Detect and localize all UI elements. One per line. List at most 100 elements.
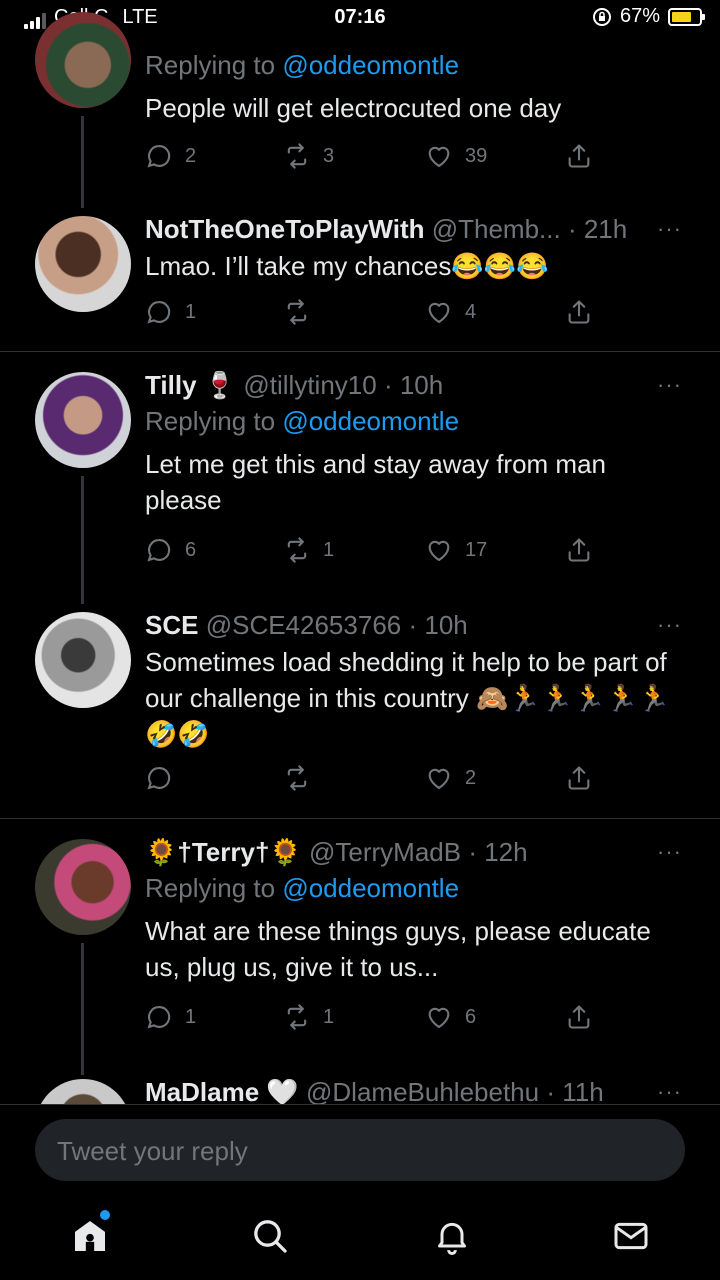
share-button[interactable]	[565, 1003, 593, 1031]
like-button[interactable]: 6	[425, 1003, 476, 1031]
reply-button[interactable]: 6	[145, 536, 196, 564]
share-button[interactable]	[565, 142, 593, 170]
like-button[interactable]: 17	[425, 536, 487, 564]
notification-dot	[100, 1210, 110, 1220]
tweet-body: SCE @SCE42653766 · 10h ··· Sometimes loa…	[145, 608, 690, 752]
share-icon	[568, 538, 590, 562]
tweet-actions: 2 3 39	[145, 142, 605, 176]
reply-button[interactable]: 2	[145, 142, 196, 170]
share-icon	[568, 144, 590, 168]
retweet-button[interactable]	[283, 764, 323, 792]
more-options-icon[interactable]: ···	[657, 368, 682, 402]
avatar[interactable]	[35, 839, 131, 935]
bell-icon	[438, 1222, 466, 1255]
retweet-button[interactable]	[283, 298, 323, 326]
reply-count: 6	[185, 538, 197, 561]
display-name[interactable]: MaDlame 🤍	[145, 1077, 299, 1104]
share-button[interactable]	[565, 536, 593, 564]
thread-line	[81, 476, 84, 604]
more-options-icon[interactable]: ···	[657, 608, 682, 642]
mention-link[interactable]: @oddeomontle	[282, 50, 459, 80]
tweet-header: 🌻†Terry†🌻 @TerryMadB · 12h ···	[145, 835, 690, 869]
retweet-button[interactable]: 1	[283, 536, 334, 564]
tweet-time: · 10h	[408, 610, 468, 640]
more-options-icon[interactable]: ···	[657, 835, 682, 869]
share-button[interactable]	[565, 764, 593, 792]
search-icon	[254, 1220, 287, 1253]
retweet-count: 3	[323, 144, 335, 167]
mention-link[interactable]: @oddeomontle	[282, 406, 459, 436]
like-button[interactable]: 39	[425, 142, 487, 170]
tweet-actions: 6 1 17	[145, 536, 605, 570]
tab-home[interactable]	[70, 1210, 110, 1256]
reply-icon	[147, 145, 171, 168]
retweet-count: 1	[323, 1005, 335, 1028]
tweet[interactable]: Replying to @oddeomontle People will get…	[0, 0, 720, 352]
reply-input[interactable]: Tweet your reply	[35, 1119, 685, 1181]
display-name[interactable]: 🌻†Terry†🌻	[145, 837, 302, 867]
avatar[interactable]	[35, 12, 131, 108]
tweet-header: NotTheOneToPlayWith @Themb... · 21h ···	[145, 212, 690, 246]
reply-button[interactable]: 1	[145, 298, 196, 326]
retweet-icon	[287, 299, 307, 325]
heart-icon	[428, 768, 450, 789]
tweet-time: · 12h	[468, 837, 528, 867]
avatar[interactable]	[35, 216, 131, 312]
tweet-actions: 1 1 6	[145, 1003, 605, 1037]
user-handle[interactable]: @DlameBuhlebethu	[306, 1077, 539, 1104]
avatar[interactable]	[35, 612, 131, 708]
reply-count: 1	[185, 300, 197, 323]
tweet[interactable]: 🌻†Terry†🌻 @TerryMadB · 12h ··· Replying …	[0, 819, 720, 1104]
retweet-count: 1	[323, 538, 335, 561]
bottom-tab-bar	[0, 1200, 720, 1280]
reply-icon	[147, 301, 171, 324]
display-name[interactable]: NotTheOneToPlayWith	[145, 214, 425, 244]
user-handle[interactable]: @SCE42653766	[206, 610, 402, 640]
retweet-icon	[287, 537, 307, 563]
reply-button[interactable]: 1	[145, 1003, 196, 1031]
like-count: 2	[465, 766, 477, 789]
tweet-text: Sometimes load shedding it help to be pa…	[145, 647, 671, 749]
retweet-icon	[287, 1004, 307, 1030]
home-icon	[75, 1221, 105, 1251]
share-button[interactable]	[565, 298, 593, 326]
replying-to: Replying to @oddeomontle	[145, 873, 460, 903]
tweet-body: MaDlame 🤍 @DlameBuhlebethu · 11h ···	[145, 1075, 690, 1104]
replying-to: Replying to @oddeomontle	[145, 50, 460, 80]
like-count: 17	[465, 538, 488, 561]
reply-icon	[147, 767, 171, 790]
tweet[interactable]: Tilly 🍷 @tillytiny10 · 10h ··· Replying …	[0, 352, 720, 818]
avatar[interactable]	[35, 1079, 131, 1104]
user-handle[interactable]: @TerryMadB	[309, 837, 461, 867]
display-name[interactable]: Tilly 🍷	[145, 370, 236, 400]
retweet-button[interactable]: 1	[283, 1003, 334, 1031]
display-name[interactable]: SCE	[145, 610, 198, 640]
tab-notifications[interactable]	[432, 1216, 472, 1256]
user-handle[interactable]: @tillytiny10	[243, 370, 376, 400]
share-icon	[568, 1005, 590, 1029]
user-handle[interactable]: @Themb...	[432, 214, 561, 244]
more-options-icon[interactable]: ···	[657, 1075, 682, 1104]
reply-placeholder: Tweet your reply	[57, 1136, 248, 1166]
reply-count: 2	[185, 144, 197, 167]
tweet-time: · 10h	[383, 370, 444, 400]
avatar[interactable]	[35, 372, 131, 468]
thread-line	[81, 116, 84, 208]
tab-messages[interactable]	[611, 1216, 651, 1256]
tweet-body: NotTheOneToPlayWith @Themb... · 21h ··· …	[145, 212, 690, 284]
tweet-text: Lmao. I’ll take my chances😂😂😂	[145, 251, 549, 281]
tweet-actions: 1 4	[145, 298, 605, 332]
reply-button[interactable]	[145, 764, 185, 792]
heart-icon	[428, 146, 450, 167]
tab-search[interactable]	[250, 1216, 290, 1256]
mention-link[interactable]: @oddeomontle	[282, 873, 459, 903]
retweet-button[interactable]: 3	[283, 142, 334, 170]
tweet-text: What are these things guys, please educa…	[145, 916, 651, 982]
reply-feed[interactable]: Replying to @oddeomontle People will get…	[0, 0, 720, 1104]
like-button[interactable]: 2	[425, 764, 476, 792]
tweet-text: Let me get this and stay away from man p…	[145, 449, 606, 515]
more-options-icon[interactable]: ···	[657, 212, 682, 246]
retweet-icon	[287, 143, 307, 169]
like-button[interactable]: 4	[425, 298, 476, 326]
reply-icon	[147, 539, 171, 562]
